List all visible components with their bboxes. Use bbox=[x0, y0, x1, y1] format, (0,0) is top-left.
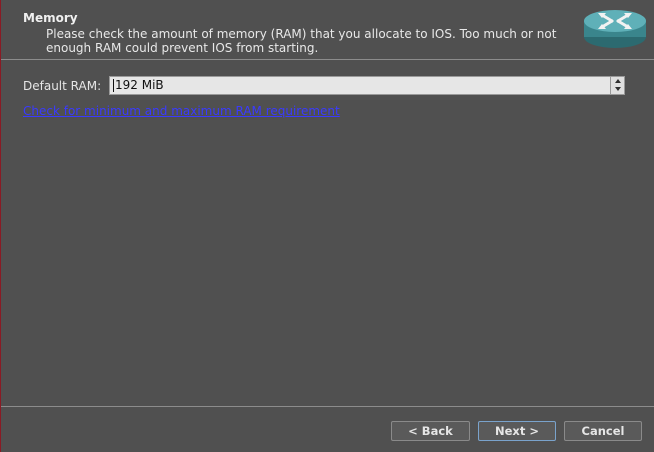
footer-divider bbox=[1, 406, 654, 407]
header-divider bbox=[1, 59, 654, 60]
chevron-down-icon bbox=[614, 87, 621, 91]
default-ram-value[interactable]: 192 MiB bbox=[113, 79, 164, 92]
router-icon bbox=[584, 10, 646, 48]
page-title: Memory bbox=[23, 11, 78, 25]
spin-buttons bbox=[610, 77, 624, 94]
page-subtitle: Please check the amount of memory (RAM) … bbox=[46, 27, 557, 55]
chevron-up-icon bbox=[614, 79, 621, 83]
wizard-window: Memory Please check the amount of memory… bbox=[1, 0, 654, 452]
default-ram-spinbox[interactable]: 192 MiB bbox=[109, 76, 625, 95]
next-button[interactable]: Next > bbox=[478, 421, 556, 441]
wizard-header: Memory Please check the amount of memory… bbox=[1, 0, 654, 59]
spin-down-button[interactable] bbox=[611, 85, 624, 93]
cancel-button[interactable]: Cancel bbox=[564, 421, 642, 441]
default-ram-label: Default RAM: bbox=[23, 79, 102, 93]
ram-requirement-link[interactable]: Check for minimum and maximum RAM requir… bbox=[23, 104, 340, 118]
back-button[interactable]: < Back bbox=[391, 421, 470, 441]
spin-up-button[interactable] bbox=[611, 77, 624, 85]
